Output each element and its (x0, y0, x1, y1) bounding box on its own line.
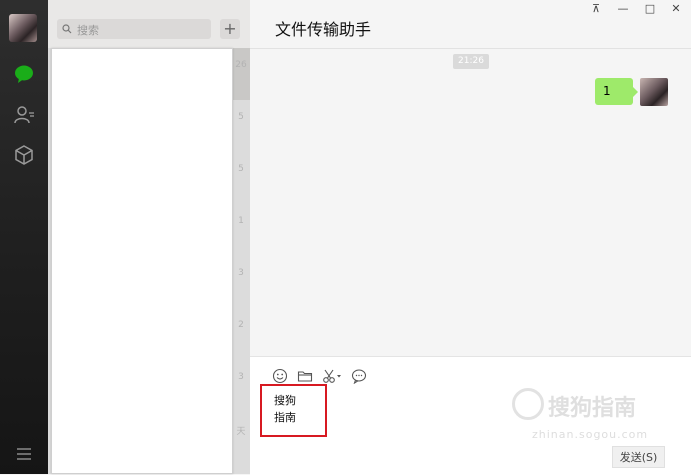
cube-icon[interactable] (12, 143, 36, 167)
conversation-title: 文件传输助手 (275, 20, 372, 39)
list-item-time: 3 (238, 268, 244, 278)
list-item-time: 5 (238, 164, 244, 174)
menu-icon[interactable] (12, 442, 36, 466)
blank-overlay-panel (51, 48, 233, 474)
list-item-time: 5 (238, 112, 244, 122)
list-item-time: 2 (238, 320, 244, 330)
list-item-time: 1 (238, 216, 244, 226)
message-avatar[interactable] (640, 78, 668, 106)
scissors-icon[interactable] (322, 368, 342, 384)
chat-icon[interactable] (12, 62, 36, 86)
watermark-logo (512, 388, 544, 420)
message-bubble[interactable]: 1 (595, 78, 633, 105)
contacts-icon[interactable] (12, 103, 36, 127)
search-input[interactable]: 搜索 (57, 19, 211, 39)
maximize-button[interactable]: □ (641, 2, 659, 16)
close-button[interactable]: ✕ (667, 2, 685, 16)
sidebar (0, 0, 48, 474)
folder-icon[interactable] (297, 368, 313, 384)
highlight-box (260, 384, 327, 437)
search-placeholder: 搜索 (77, 24, 99, 37)
chat-history-icon[interactable] (351, 368, 367, 384)
minimize-button[interactable]: — (614, 2, 632, 16)
watermark-text: 搜狗指南 (548, 396, 637, 421)
list-item-time: 天 (236, 427, 246, 437)
selected-chat-highlight (232, 48, 250, 100)
header-divider (250, 48, 691, 49)
watermark-url: zhinan.sogou.com (532, 428, 649, 441)
bubble-tail (633, 87, 638, 97)
list-item-time: 26 (235, 60, 247, 70)
message-timestamp: 21:26 (453, 54, 489, 69)
send-button[interactable]: 发送(S) (612, 446, 665, 468)
list-item-time: 3 (238, 372, 244, 382)
emoji-icon[interactable] (272, 368, 288, 384)
add-button[interactable]: + (220, 19, 240, 39)
search-icon (62, 24, 72, 34)
pin-button[interactable]: ⊼ (587, 2, 605, 16)
user-avatar[interactable] (9, 14, 37, 42)
